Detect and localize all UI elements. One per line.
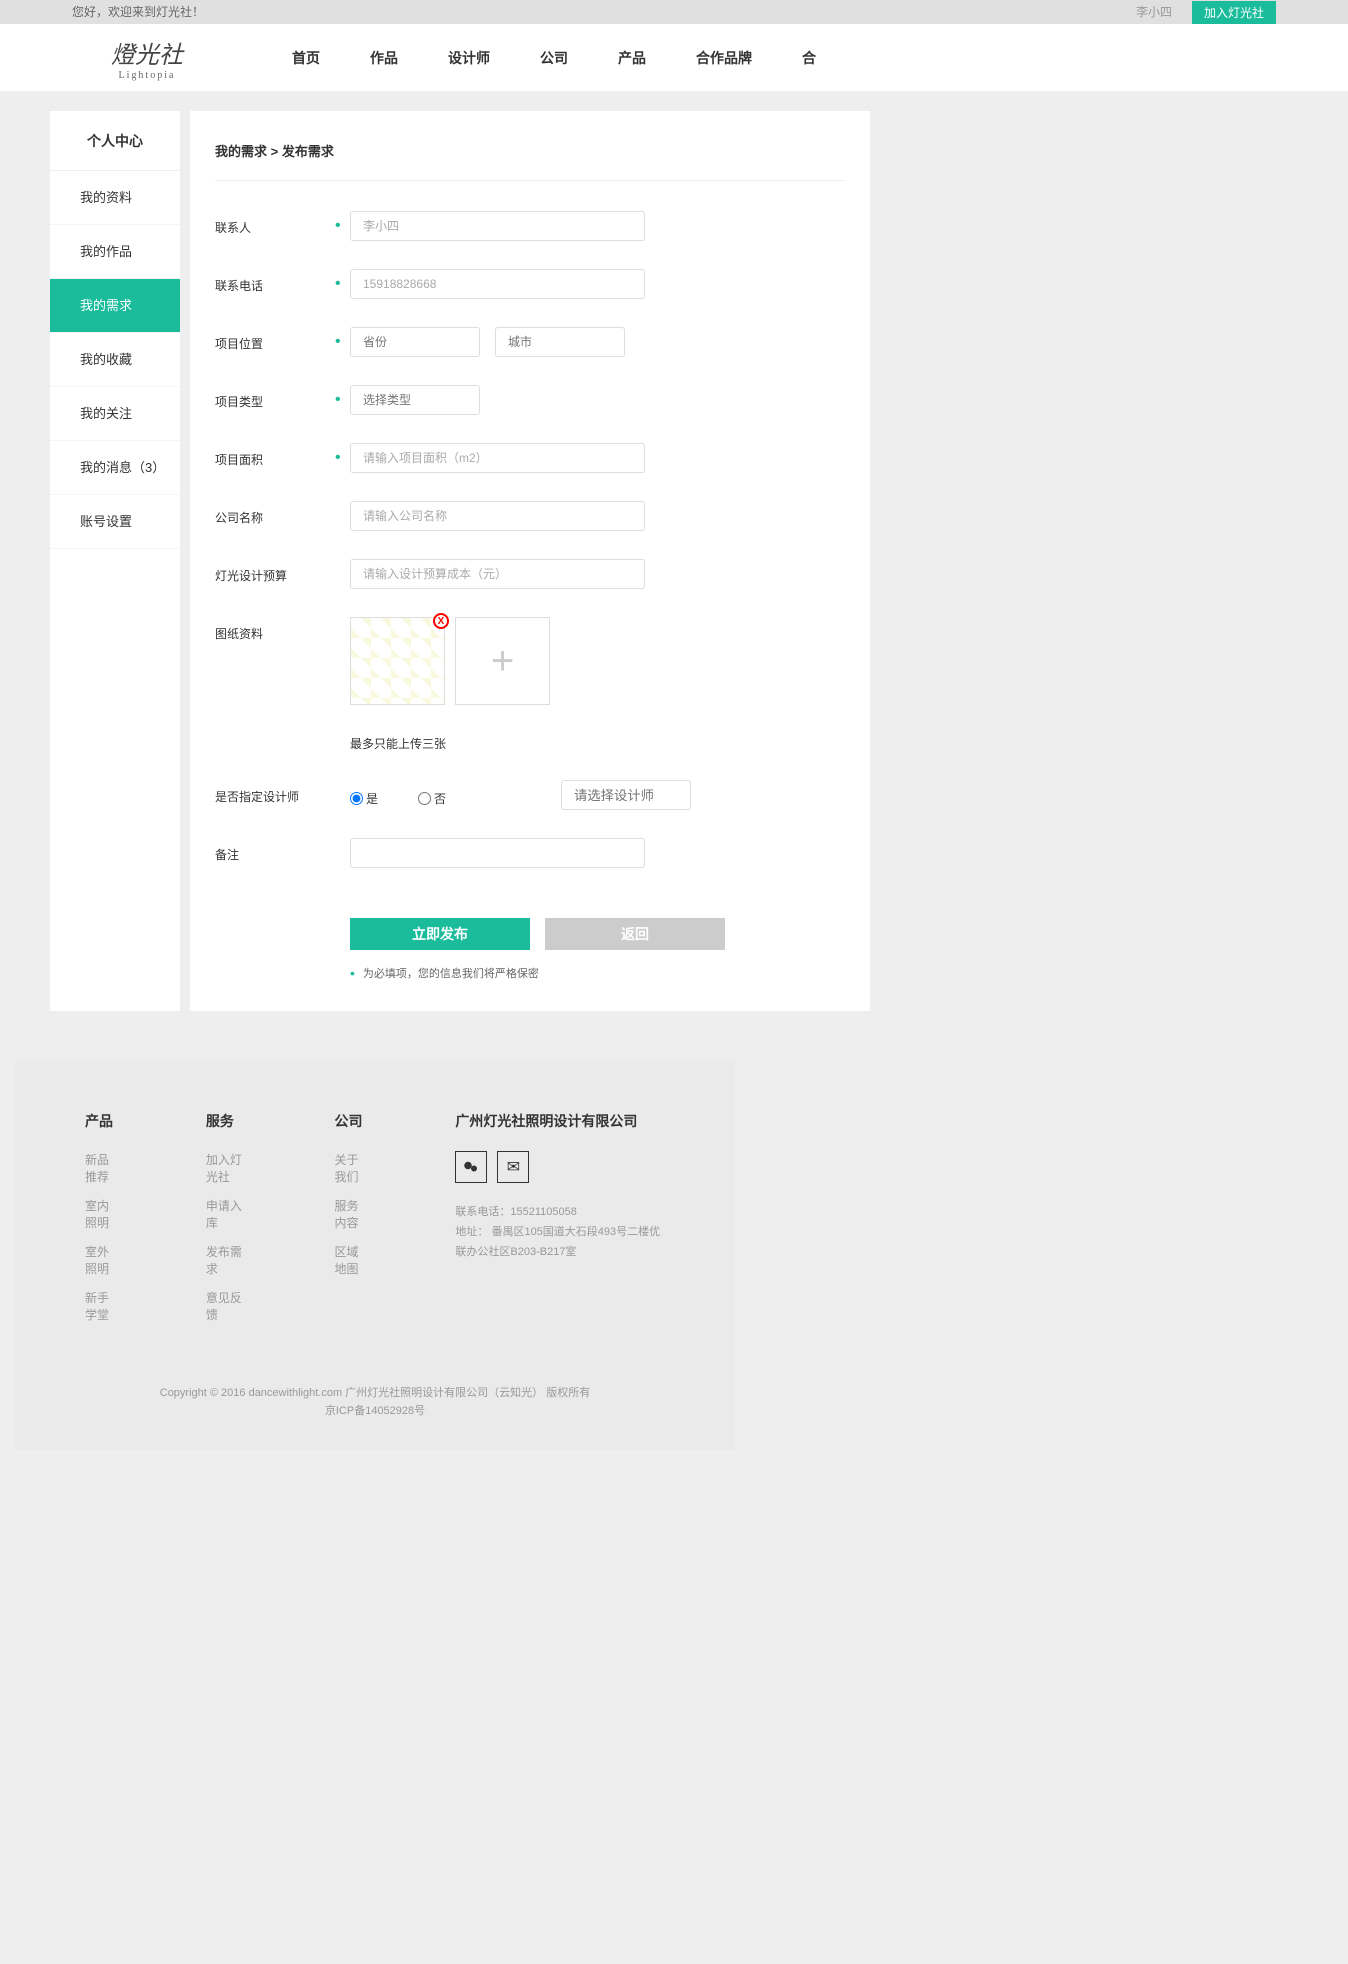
footer-link[interactable]: 关于我们 (335, 1151, 366, 1185)
footer-col-services: 服务 加入灯光社 申请入库 发布需求 意见反馈 (206, 1111, 245, 1335)
footer-link[interactable]: 申请入库 (206, 1197, 245, 1231)
designer-label: 是否指定设计师 (215, 780, 335, 805)
required-dot: • (335, 443, 350, 467)
remark-label: 备注 (215, 838, 335, 863)
nav-brands[interactable]: 合作品牌 (696, 48, 752, 68)
remark-input[interactable] (350, 838, 645, 868)
required-dot: • (335, 327, 350, 351)
area-label: 项目面积 (215, 443, 335, 468)
city-select[interactable] (495, 327, 625, 357)
province-select[interactable] (350, 327, 480, 357)
radio-no[interactable]: 否 (418, 790, 446, 807)
breadcrumb-parent[interactable]: 我的需求 (215, 144, 267, 159)
nav-products[interactable]: 产品 (618, 48, 646, 68)
footer-col-company: 公司 关于我们 服务内容 区域地图 (335, 1111, 366, 1335)
copyright: Copyright © 2016 dancewithlight.com 广州灯光… (85, 1385, 665, 1420)
nav-works[interactable]: 作品 (370, 48, 398, 68)
footer-link[interactable]: 意见反馈 (206, 1289, 245, 1323)
budget-input[interactable] (350, 559, 645, 589)
footer-company-info: 广州灯光社照明设计有限公司 ✉ 联系电话：15521105058 地址： 番禺区… (455, 1111, 665, 1335)
join-button[interactable]: 加入灯光社 (1192, 1, 1276, 24)
footer-link[interactable]: 室外照明 (85, 1243, 116, 1277)
contact-input[interactable] (350, 211, 645, 241)
type-select[interactable] (350, 385, 480, 415)
required-dot: • (335, 211, 350, 235)
drawing-label: 图纸资料 (215, 617, 335, 642)
header: 燈光社 Lightopia 首页 作品 设计师 公司 产品 合作品牌 合 (0, 24, 1348, 91)
required-dot: • (335, 269, 350, 293)
contact-label: 联系人 (215, 211, 335, 236)
top-bar: 您好，欢迎来到灯光社！ 李小四 加入灯光社 (0, 0, 1348, 24)
nav-designers[interactable]: 设计师 (448, 48, 490, 68)
welcome-text: 您好，欢迎来到灯光社！ (72, 0, 204, 24)
submit-button[interactable]: 立即发布 (350, 918, 530, 950)
footer-link[interactable]: 服务内容 (335, 1197, 366, 1231)
sidebar-item-works[interactable]: 我的作品 (50, 225, 180, 279)
back-button[interactable]: 返回 (545, 918, 725, 950)
company-input[interactable] (350, 501, 645, 531)
type-label: 项目类型 (215, 385, 335, 410)
sidebar-item-messages[interactable]: 我的消息（3） (50, 441, 180, 495)
sidebar-item-favorites[interactable]: 我的收藏 (50, 333, 180, 387)
footer-link[interactable]: 室内照明 (85, 1197, 116, 1231)
radio-yes[interactable]: 是 (350, 790, 378, 807)
footer-link[interactable]: 加入灯光社 (206, 1151, 245, 1185)
upload-add-button[interactable]: + (455, 617, 550, 705)
email-icon[interactable]: ✉ (497, 1151, 529, 1183)
company-label: 公司名称 (215, 501, 335, 526)
sidebar-header: 个人中心 (50, 111, 180, 171)
phone-label: 联系电话 (215, 269, 335, 294)
sidebar-item-follow[interactable]: 我的关注 (50, 387, 180, 441)
sidebar-item-profile[interactable]: 我的资料 (50, 171, 180, 225)
nav-home[interactable]: 首页 (292, 48, 320, 68)
main-nav: 首页 作品 设计师 公司 产品 合作品牌 合 (292, 48, 816, 68)
nav-company[interactable]: 公司 (540, 48, 568, 68)
footer-link[interactable]: 新手学堂 (85, 1289, 116, 1323)
main-content: 我的需求 > 发布需求 联系人 • 联系电话 • 项目位置 • (190, 111, 870, 1011)
designer-select[interactable] (561, 780, 691, 810)
footer-col-products: 产品 新品推荐 室内照明 室外照明 新手学堂 (85, 1111, 116, 1335)
footer: 产品 新品推荐 室内照明 室外照明 新手学堂 服务 加入灯光社 申请入库 发布需… (15, 1061, 735, 1450)
budget-label: 灯光设计预算 (215, 559, 335, 584)
upload-thumbnail[interactable]: X (350, 617, 445, 705)
upload-hint: 最多只能上传三张 (350, 735, 446, 752)
remove-upload-icon[interactable]: X (433, 613, 449, 629)
user-name-link[interactable]: 李小四 (1136, 0, 1172, 24)
sidebar: 个人中心 我的资料 我的作品 我的需求 我的收藏 我的关注 我的消息（3） 账号… (50, 111, 180, 1011)
form-note: • 为必填项，您的信息我们将严格保密 (350, 965, 845, 981)
footer-link[interactable]: 新品推荐 (85, 1151, 116, 1185)
note-dot-icon: • (350, 965, 355, 981)
phone-input[interactable] (350, 269, 645, 299)
sidebar-item-demand[interactable]: 我的需求 (50, 279, 180, 333)
location-label: 项目位置 (215, 327, 335, 352)
required-dot: • (335, 385, 350, 409)
footer-link[interactable]: 发布需求 (206, 1243, 245, 1277)
sidebar-item-settings[interactable]: 账号设置 (50, 495, 180, 549)
logo[interactable]: 燈光社 Lightopia (72, 30, 222, 85)
footer-link[interactable]: 区域地图 (335, 1243, 366, 1277)
breadcrumb-current: 发布需求 (282, 144, 334, 159)
nav-more[interactable]: 合 (802, 48, 816, 68)
breadcrumb: 我的需求 > 发布需求 (215, 141, 845, 181)
area-input[interactable] (350, 443, 645, 473)
wechat-icon[interactable] (455, 1151, 487, 1183)
